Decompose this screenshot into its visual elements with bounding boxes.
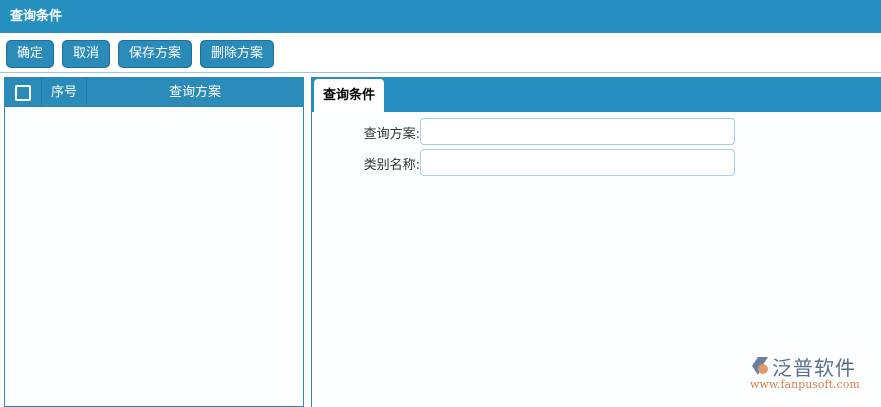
list-header: 序号 查询方案 [5,78,303,107]
window-title: 查询条件 [0,0,881,33]
category-input[interactable] [420,149,735,176]
save-scheme-button[interactable]: 保存方案 [118,40,192,68]
select-all-checkbox[interactable] [15,84,31,101]
tab-query-conditions[interactable]: 查询条件 [314,79,384,112]
col-scheme[interactable]: 查询方案 [87,78,303,107]
category-label: 类别名称: [363,158,420,173]
select-all-cell [5,78,42,107]
scheme-input[interactable] [420,118,735,145]
confirm-button[interactable]: 确定 [6,40,54,68]
col-index[interactable]: 序号 [42,78,87,107]
logo-icon [752,357,768,375]
toolbar: 确定 取消 保存方案 删除方案 [0,33,881,73]
delete-scheme-button[interactable]: 删除方案 [200,40,274,68]
scheme-label: 查询方案: [363,127,420,142]
scheme-list: 序号 查询方案 [4,77,304,407]
cancel-button[interactable]: 取消 [62,40,110,68]
